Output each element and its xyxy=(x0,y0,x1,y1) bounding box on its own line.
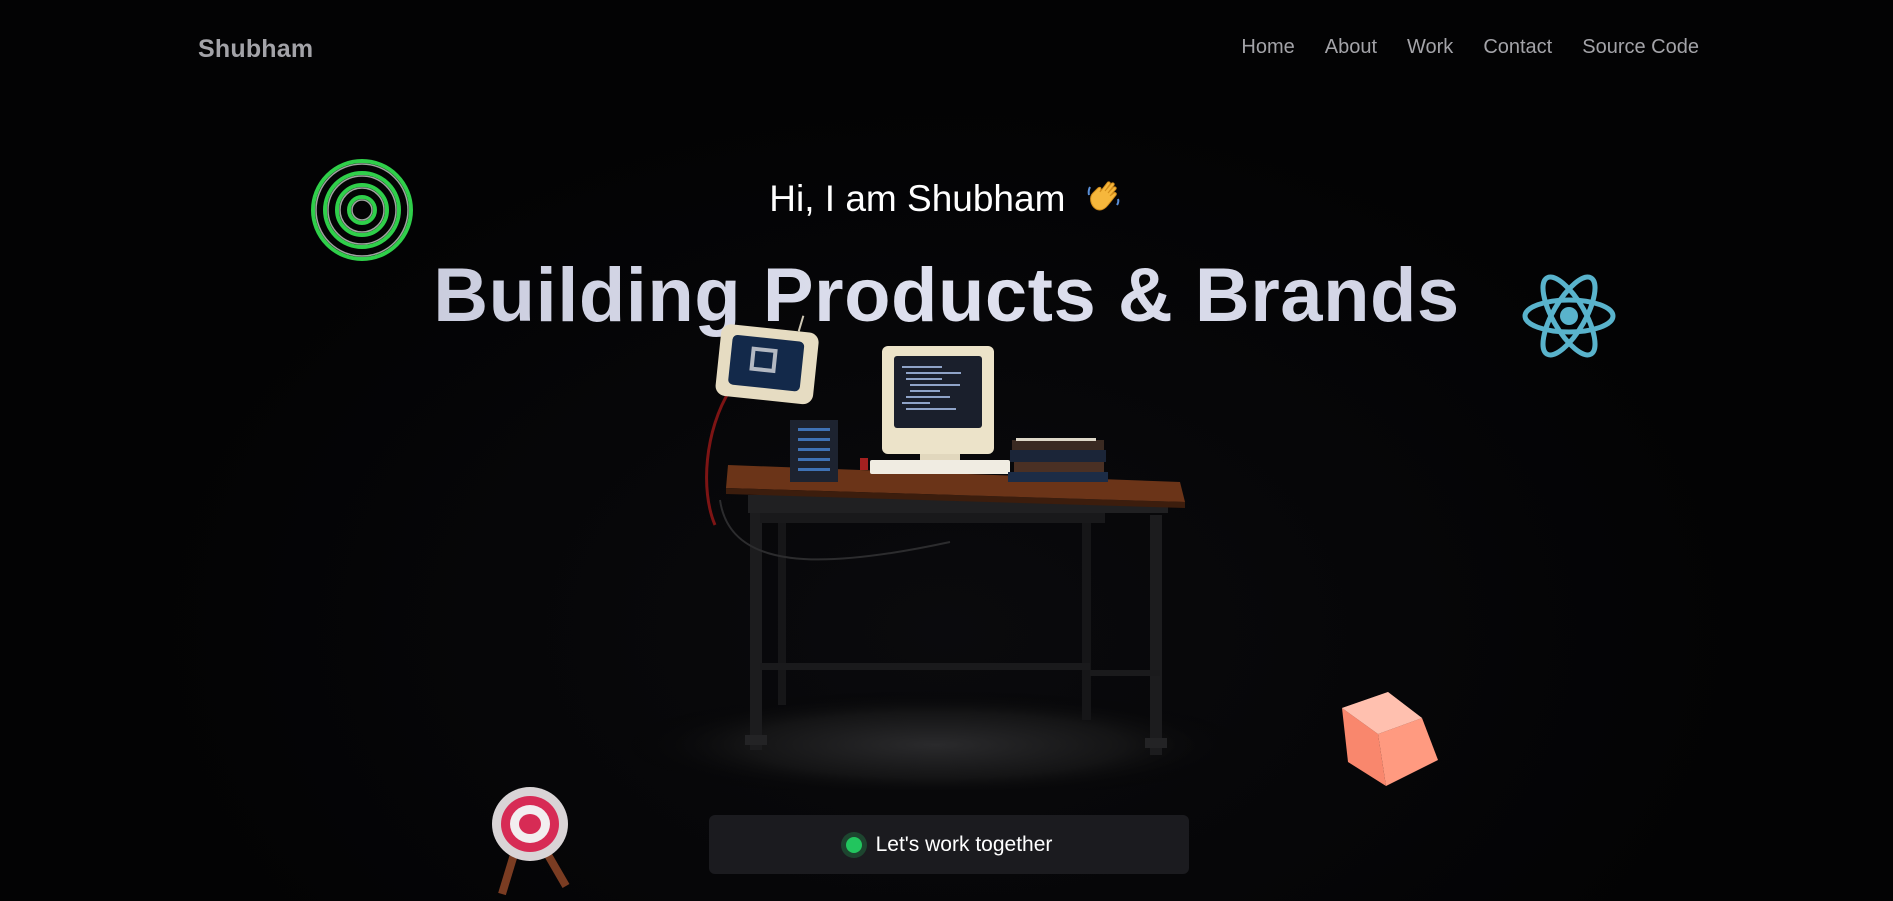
react-logo-icon xyxy=(1520,272,1618,365)
availability-status-dot xyxy=(845,836,862,853)
retro-computer-desk-scene xyxy=(620,310,1260,800)
nav-link-work[interactable]: Work xyxy=(1407,36,1453,59)
cta-label: Let's work together xyxy=(875,832,1053,856)
work-together-button[interactable]: Let's work together xyxy=(709,815,1189,874)
waving-hand-icon xyxy=(1084,175,1124,224)
nav-link-home[interactable]: Home xyxy=(1241,36,1294,59)
cube-icon xyxy=(1322,690,1440,795)
brand-logo[interactable]: Shubham xyxy=(198,35,313,64)
portfolio-page: Shubham Home About Work Contact Source C… xyxy=(0,0,1893,901)
nav-link-about[interactable]: About xyxy=(1325,36,1377,59)
nav-link-source-code[interactable]: Source Code xyxy=(1582,36,1699,59)
navbar: Shubham Home About Work Contact Source C… xyxy=(0,0,1893,96)
archery-target-icon xyxy=(490,786,580,901)
nav-links: Home About Work Contact Source Code xyxy=(1241,36,1699,59)
nav-link-contact[interactable]: Contact xyxy=(1483,36,1552,59)
hero-greeting: Hi, I am Shubham xyxy=(0,175,1893,224)
greeting-text: Hi, I am Shubham xyxy=(769,178,1066,219)
